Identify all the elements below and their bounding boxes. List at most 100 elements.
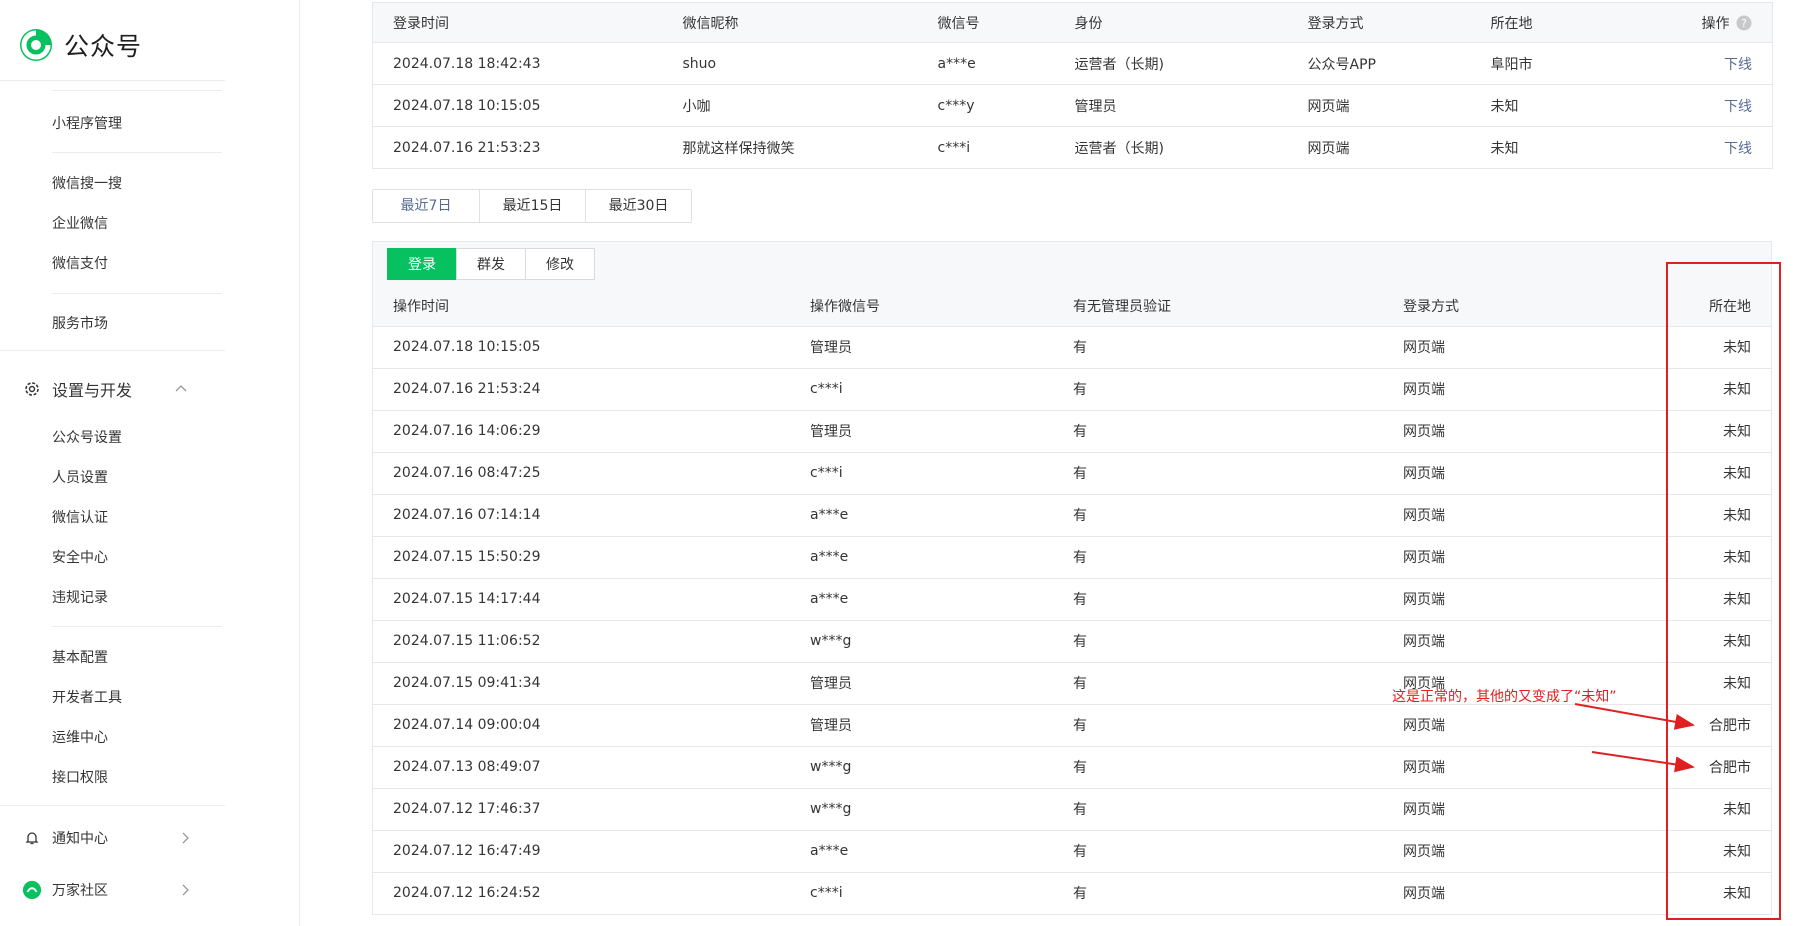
cell: c***i	[790, 452, 1053, 495]
col-op-wechat-id: 操作微信号	[790, 286, 1053, 327]
nav-notify-label: 通知中心	[52, 831, 108, 847]
cell: 公众号APP	[1287, 42, 1471, 85]
nav-notify-center[interactable]: 通知中心	[22, 828, 189, 848]
gear-icon	[22, 379, 42, 399]
cell: 有	[1053, 578, 1383, 621]
cell: 网页端	[1383, 620, 1643, 663]
cell: c***i	[810, 885, 843, 902]
table-row: 2024.07.16 07:14:14 a***e 有网页端 未知	[373, 494, 1771, 537]
cell: 管理员	[1054, 84, 1288, 127]
cell: 网页端	[1383, 494, 1643, 537]
nav-community-label: 万家社区	[52, 883, 108, 899]
nav-violation-records[interactable]: 违规记录	[52, 587, 108, 607]
tab-login[interactable]: 登录	[387, 248, 457, 280]
nav-service-market[interactable]: 服务市场	[52, 313, 108, 333]
range-7-days[interactable]: 最近7日	[373, 190, 479, 222]
cell: 网页端	[1383, 368, 1643, 411]
cell: 有	[1053, 536, 1383, 579]
nav-miniprogram[interactable]: 小程序管理	[52, 113, 122, 133]
col-location: 所在地	[1470, 2, 1651, 43]
divider	[52, 293, 222, 294]
cell: 有	[1053, 410, 1383, 453]
cell: 管理员	[790, 662, 1053, 705]
sidebar: 公众号 小程序管理 微信搜一搜 企业微信 微信支付 服务市场 设置与开发 公众号…	[0, 0, 300, 926]
table-row: 2024.07.14 09:00:04 管理员有网页端 合肥市	[373, 704, 1771, 747]
cell: 小咖	[662, 84, 918, 127]
divider	[0, 350, 225, 351]
nav-settings-dev[interactable]: 设置与开发	[22, 377, 187, 401]
logout-link[interactable]: 下线	[1724, 99, 1752, 115]
chevron-right-icon	[182, 832, 189, 844]
divider	[0, 80, 225, 81]
annotation-text: 这是正常的，其他的又变成了“未知”	[1392, 689, 1617, 705]
table-row: 2024.07.15 15:50:29 a***e 有网页端 未知	[373, 536, 1771, 579]
cell: 未知	[1470, 84, 1651, 127]
tab-broadcast[interactable]: 群发	[456, 248, 526, 280]
bell-icon	[22, 828, 42, 848]
cell: shuo	[662, 42, 918, 85]
cell: 网页端	[1383, 536, 1643, 579]
cell: 有	[1053, 494, 1383, 537]
nav-dev-tools[interactable]: 开发者工具	[52, 687, 122, 707]
cell: 2024.07.18 10:15:05	[373, 326, 790, 369]
operation-log-table: 操作时间 操作微信号 有无管理员验证 登录方式 所在地 2024.07.18 1…	[373, 286, 1771, 914]
brand-logo[interactable]: 公众号	[18, 25, 142, 65]
nav-member-settings[interactable]: 人员设置	[52, 467, 108, 487]
table-header-row: 操作时间 操作微信号 有无管理员验证 登录方式 所在地	[373, 286, 1771, 327]
nav-wechat-verify[interactable]: 微信认证	[52, 507, 108, 527]
main-content: 登录时间 微信昵称 微信号 身份 登录方式 所在地 操作 ? 2024.07.1…	[372, 0, 1773, 926]
range-15-days[interactable]: 最近15日	[479, 190, 585, 222]
wechat-official-account-icon	[20, 29, 52, 61]
col-action: 操作 ?	[1650, 2, 1773, 43]
brand-title: 公众号	[64, 32, 143, 61]
nav-wechat-search[interactable]: 微信搜一搜	[52, 173, 122, 193]
table-row: 2024.07.18 10:15:05 小咖 c***y 管理员 网页端 未知 …	[372, 84, 1773, 127]
cell: c***i	[790, 368, 1053, 411]
logout-link[interactable]: 下线	[1724, 57, 1752, 73]
table-row: 2024.07.15 14:17:44 a***e 有网页端 未知	[373, 578, 1771, 621]
nav-community[interactable]: 万家社区	[22, 880, 189, 900]
nav-security-center[interactable]: 安全中心	[52, 547, 108, 567]
col-role: 身份	[1054, 2, 1288, 43]
cell: 2024.07.16 07:14:14	[373, 494, 790, 537]
col-login-method: 登录方式	[1287, 2, 1471, 43]
cell: a***e	[790, 830, 1053, 873]
cell: c***y	[917, 84, 1055, 127]
table-row: 2024.07.16 21:53:23 那就这样保持微笑 c***i 运营者（长…	[373, 127, 1773, 169]
table-header-row: 登录时间 微信昵称 微信号 身份 登录方式 所在地 操作 ?	[372, 2, 1773, 43]
cell: 2024.07.12 16:24:52	[393, 885, 541, 902]
cell: 2024.07.14 09:00:04	[373, 704, 790, 747]
cell: 2024.07.12 16:47:49	[373, 830, 790, 873]
logout-link[interactable]: 下线	[1724, 141, 1752, 157]
tab-modify[interactable]: 修改	[525, 248, 595, 280]
nav-basic-config[interactable]: 基本配置	[52, 647, 108, 667]
cell: 有	[1053, 704, 1383, 747]
nav-ops-center[interactable]: 运维中心	[52, 727, 108, 747]
help-icon[interactable]: ?	[1736, 15, 1752, 31]
range-30-days[interactable]: 最近30日	[585, 190, 691, 222]
cell: 网页端	[1383, 326, 1643, 369]
nav-api-permissions[interactable]: 接口权限	[52, 767, 108, 787]
cell: 运营者（长期)	[1054, 42, 1288, 85]
nav-account-settings[interactable]: 公众号设置	[52, 427, 122, 447]
cell: 网页端	[1383, 746, 1643, 789]
cell: 网页端	[1383, 830, 1643, 873]
nav-work-wechat[interactable]: 企业微信	[52, 213, 108, 233]
cell: 网页端	[1403, 886, 1445, 903]
cell: 有	[1053, 746, 1383, 789]
cell: a***e	[790, 578, 1053, 621]
highlight-box	[1666, 262, 1781, 920]
table-row: 2024.07.16 08:47:25 c***i 有网页端 未知	[373, 452, 1771, 495]
date-range-selector: 最近7日 最近15日 最近30日	[372, 189, 692, 223]
cell: 网页端	[1383, 452, 1643, 495]
nav-settings-label: 设置与开发	[52, 381, 133, 400]
cell: 运营者（长期)	[1074, 140, 1164, 157]
cell: 管理员	[790, 704, 1053, 747]
cell: 网页端	[1307, 140, 1350, 157]
cell: 2024.07.15 15:50:29	[373, 536, 790, 579]
cell: w***g	[790, 788, 1053, 831]
nav-wechat-pay[interactable]: 微信支付	[52, 253, 108, 273]
table-row: 2024.07.12 17:46:37 w***g 有网页端 未知	[373, 788, 1771, 831]
col-admin-verify: 有无管理员验证	[1053, 286, 1383, 327]
cell: 有	[1053, 368, 1383, 411]
